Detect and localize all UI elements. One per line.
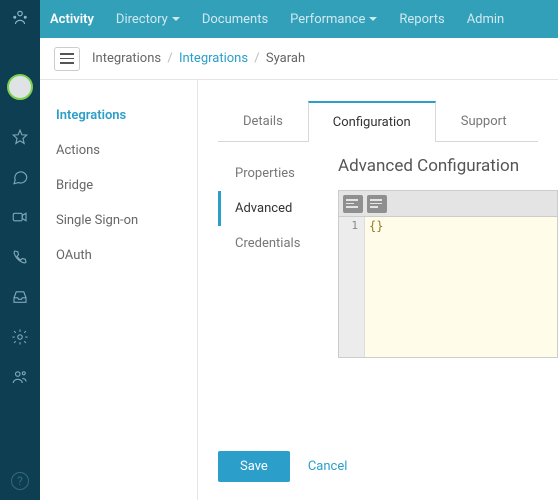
main-content: Details Configuration Support Properties…	[198, 80, 558, 500]
config-pane: Advanced Configuration 1 {}	[328, 142, 558, 437]
nav-label: Activity	[50, 12, 94, 27]
sidebar-item-integrations[interactable]: Integrations	[40, 98, 197, 133]
nav-label: Documents	[202, 12, 268, 27]
config-panel: Properties Advanced Credentials Advanced…	[218, 142, 558, 437]
tab-support[interactable]: Support	[436, 101, 532, 142]
chat-icon[interactable]	[11, 168, 29, 186]
gear-icon[interactable]	[11, 328, 29, 346]
subtab-credentials[interactable]: Credentials	[218, 226, 328, 261]
breadcrumb-bar: Integrations / Integrations / Syarah	[40, 38, 558, 80]
nav-label: Admin	[467, 12, 505, 27]
tab-details[interactable]: Details	[218, 101, 308, 142]
left-rail: ?	[0, 0, 40, 500]
inbox-icon[interactable]	[11, 288, 29, 306]
nav-label: Reports	[399, 12, 444, 27]
help-icon[interactable]: ?	[11, 472, 29, 490]
nav-admin[interactable]: Admin	[467, 12, 505, 27]
editor-body: 1 {}	[339, 217, 557, 357]
nav-performance[interactable]: Performance	[290, 12, 377, 27]
nav-label: Performance	[290, 12, 365, 27]
config-subtabs: Properties Advanced Credentials	[218, 142, 328, 437]
nav-label: Directory	[116, 12, 168, 27]
nav-reports[interactable]: Reports	[399, 12, 444, 27]
editor-toolbar	[339, 191, 557, 217]
pane-title: Advanced Configuration	[338, 156, 558, 176]
breadcrumb-root: Integrations	[92, 51, 161, 66]
code-editor: 1 {}	[338, 190, 558, 358]
sidebar-item-bridge[interactable]: Bridge	[40, 168, 197, 203]
align-left-icon[interactable]	[343, 195, 363, 213]
phone-icon[interactable]	[11, 248, 29, 266]
top-nav: Activity Directory Documents Performance…	[0, 0, 558, 38]
subtab-advanced[interactable]: Advanced	[218, 191, 328, 226]
nav-activity[interactable]: Activity	[50, 12, 94, 27]
page-body: Integrations Actions Bridge Single Sign-…	[40, 80, 558, 500]
tab-configuration[interactable]: Configuration	[308, 101, 436, 142]
breadcrumb: Integrations / Integrations / Syarah	[92, 51, 305, 66]
page: Integrations / Integrations / Syarah Int…	[40, 38, 558, 500]
save-button[interactable]: Save	[218, 451, 290, 482]
sidebar-item-sso[interactable]: Single Sign-on	[40, 203, 197, 238]
star-icon[interactable]	[11, 128, 29, 146]
nav-directory[interactable]: Directory	[116, 12, 180, 27]
breadcrumb-sep: /	[167, 51, 172, 66]
video-icon[interactable]	[11, 208, 29, 226]
align-justify-icon[interactable]	[367, 195, 387, 213]
footer-actions: Save Cancel	[198, 437, 558, 500]
line-gutter: 1	[339, 217, 365, 357]
tabs: Details Configuration Support	[218, 100, 538, 142]
cancel-button[interactable]: Cancel	[308, 459, 348, 474]
code-area[interactable]: {}	[365, 217, 557, 357]
breadcrumb-sep: /	[254, 51, 259, 66]
subtab-properties[interactable]: Properties	[218, 156, 328, 191]
breadcrumb-link[interactable]: Integrations	[179, 51, 248, 66]
caret-down-icon	[369, 17, 377, 21]
user-avatar[interactable]	[7, 74, 33, 100]
app-logo-icon[interactable]	[8, 6, 32, 30]
caret-down-icon	[172, 17, 180, 21]
sidebar-item-actions[interactable]: Actions	[40, 133, 197, 168]
nav-documents[interactable]: Documents	[202, 12, 268, 27]
breadcrumb-current: Syarah	[266, 51, 305, 66]
users-icon[interactable]	[11, 368, 29, 386]
menu-toggle-button[interactable]	[54, 47, 80, 71]
sidebar-item-oauth[interactable]: OAuth	[40, 238, 197, 273]
settings-sidebar: Integrations Actions Bridge Single Sign-…	[40, 80, 198, 500]
